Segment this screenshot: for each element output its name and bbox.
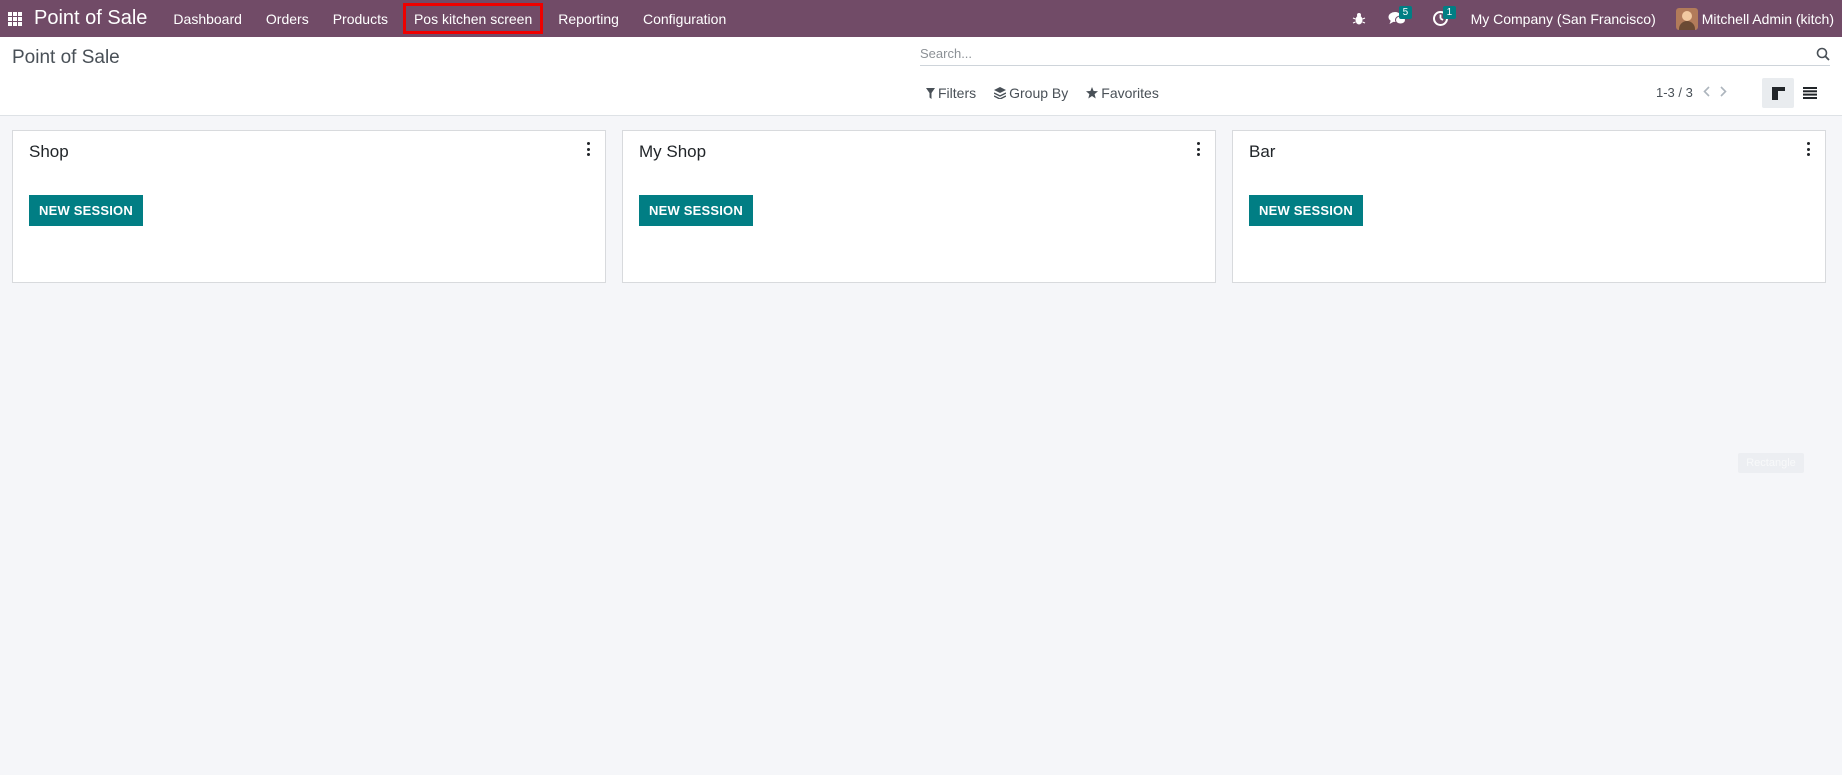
menu-pos-kitchen-screen[interactable]: Pos kitchen screen	[400, 0, 546, 37]
layers-icon	[994, 87, 1007, 99]
search-icon[interactable]	[1816, 47, 1830, 64]
user-menu[interactable]: Mitchell Admin (kitch)	[1675, 7, 1842, 30]
menu-reporting[interactable]: Reporting	[546, 0, 631, 37]
top-navbar: Point of Sale Dashboard Orders Products …	[0, 0, 1842, 37]
favorites-button[interactable]: Favorites	[1086, 85, 1159, 101]
search-options: Filters Group By Favorites	[926, 85, 1177, 101]
messages-button[interactable]: 5	[1381, 0, 1413, 37]
company-switcher[interactable]: My Company (San Francisco)	[1471, 11, 1656, 27]
pager-next-button[interactable]	[1720, 85, 1727, 100]
bug-icon	[1352, 12, 1365, 24]
card-title: Bar	[1249, 142, 1276, 161]
new-session-button[interactable]: NEW SESSION	[639, 195, 753, 226]
card-title: Shop	[29, 142, 69, 161]
page-title: Point of Sale	[12, 47, 120, 68]
group-by-label: Group By	[1009, 85, 1069, 101]
filters-button[interactable]: Filters	[926, 85, 976, 101]
chevron-right-icon	[1720, 86, 1727, 97]
user-name: Mitchell Admin (kitch)	[1701, 10, 1834, 27]
pos-card-bar[interactable]: Bar NEW SESSION	[1232, 130, 1826, 283]
apps-grid-icon	[8, 11, 22, 26]
new-session-button[interactable]: NEW SESSION	[29, 195, 143, 226]
favorites-label: Favorites	[1101, 85, 1159, 101]
menu-products[interactable]: Products	[321, 0, 400, 37]
star-icon	[1086, 87, 1099, 99]
kanban-view-icon	[1771, 86, 1785, 100]
activities-count-badge: 1	[1442, 6, 1457, 19]
chevron-left-icon	[1703, 86, 1710, 97]
pos-card-shop[interactable]: Shop NEW SESSION	[12, 130, 606, 283]
filter-icon	[926, 87, 935, 99]
kanban-view-button[interactable]	[1762, 78, 1794, 108]
avatar	[1675, 7, 1698, 30]
pager: 1-3 / 3	[1656, 85, 1727, 100]
pager-previous-button[interactable]	[1703, 85, 1710, 100]
control-panel: Point of Sale Filters Group By Favorites	[0, 37, 1842, 116]
card-menu-icon[interactable]	[1807, 142, 1811, 156]
new-session-button[interactable]: NEW SESSION	[1249, 195, 1363, 226]
messages-count-badge: 5	[1398, 6, 1413, 19]
menu-orders[interactable]: Orders	[254, 0, 321, 37]
pager-value[interactable]: 1-3 / 3	[1656, 85, 1693, 100]
list-view-button[interactable]	[1794, 78, 1826, 108]
search-input[interactable]	[920, 44, 1800, 61]
debug-button[interactable]	[1343, 0, 1375, 37]
tooltip: Rectangle	[1738, 453, 1804, 473]
apps-menu-button[interactable]	[0, 0, 30, 37]
menu-configuration[interactable]: Configuration	[631, 0, 738, 37]
app-brand[interactable]: Point of Sale	[34, 7, 147, 30]
menu-dashboard[interactable]: Dashboard	[161, 0, 254, 37]
navbar-systray: 5 1 My Company (San Francisco) Mitchell …	[1343, 0, 1842, 37]
card-title: My Shop	[639, 142, 707, 161]
card-menu-icon[interactable]	[587, 142, 591, 156]
activities-button[interactable]: 1	[1425, 0, 1457, 37]
view-switcher	[1762, 78, 1826, 108]
pos-card-my-shop[interactable]: My Shop NEW SESSION	[622, 130, 1216, 283]
search-bar	[920, 44, 1830, 66]
list-view-icon	[1803, 87, 1817, 99]
filters-label: Filters	[938, 85, 977, 101]
group-by-button[interactable]: Group By	[994, 85, 1068, 101]
card-menu-icon[interactable]	[1197, 142, 1201, 156]
